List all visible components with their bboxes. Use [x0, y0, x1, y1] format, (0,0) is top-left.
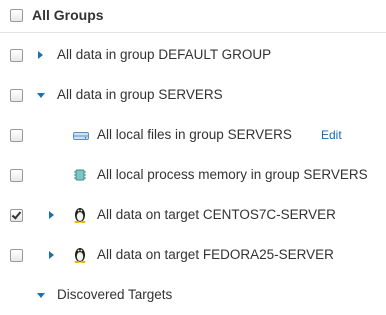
row-label: Discovered Targets: [57, 287, 173, 302]
tree-row-default-group[interactable]: All data in group DEFAULT GROUP: [0, 35, 386, 75]
row-label: All data on target FEDORA25-SERVER: [97, 247, 334, 262]
drive-icon: [73, 129, 89, 144]
row-checkbox[interactable]: [10, 129, 23, 142]
tree-row-process-memory[interactable]: All local process memory in group SERVER…: [0, 155, 386, 195]
edit-link[interactable]: Edit: [321, 128, 342, 142]
select-all-checkbox[interactable]: [10, 9, 23, 22]
linux-penguin-icon: [73, 206, 87, 226]
expand-arrow-icon[interactable]: [38, 51, 43, 59]
tree-row-local-files[interactable]: All local files in group SERVERS Edit: [0, 115, 386, 155]
row-checkbox[interactable]: [10, 169, 23, 182]
row-checkbox[interactable]: [10, 49, 23, 62]
row-label: All local files in group SERVERS: [97, 127, 292, 142]
tree-row-centos7c-server[interactable]: All data on target CENTOS7C-SERVER: [0, 195, 386, 235]
tree-row-fedora25-server[interactable]: All data on target FEDORA25-SERVER: [0, 235, 386, 275]
tree-row-servers[interactable]: All data in group SERVERS: [0, 75, 386, 115]
row-checkbox[interactable]: [10, 89, 23, 102]
memory-chip-icon: [73, 168, 87, 185]
expand-arrow-icon[interactable]: [49, 251, 54, 259]
all-groups-header: All Groups: [0, 0, 386, 33]
row-label: All data on target CENTOS7C-SERVER: [97, 207, 336, 222]
linux-penguin-icon: [73, 246, 87, 266]
row-checkbox-checked[interactable]: [10, 209, 23, 222]
expand-arrow-icon[interactable]: [49, 211, 54, 219]
tree-row-discovered-targets[interactable]: Discovered Targets: [0, 275, 386, 315]
collapse-arrow-icon[interactable]: [37, 293, 45, 298]
row-checkbox[interactable]: [10, 249, 23, 262]
collapse-arrow-icon[interactable]: [37, 93, 45, 98]
row-label: All data in group DEFAULT GROUP: [57, 47, 272, 62]
row-label: All data in group SERVERS: [57, 87, 223, 102]
row-label: All local process memory in group SERVER…: [97, 167, 368, 182]
all-groups-label: All Groups: [32, 7, 104, 23]
